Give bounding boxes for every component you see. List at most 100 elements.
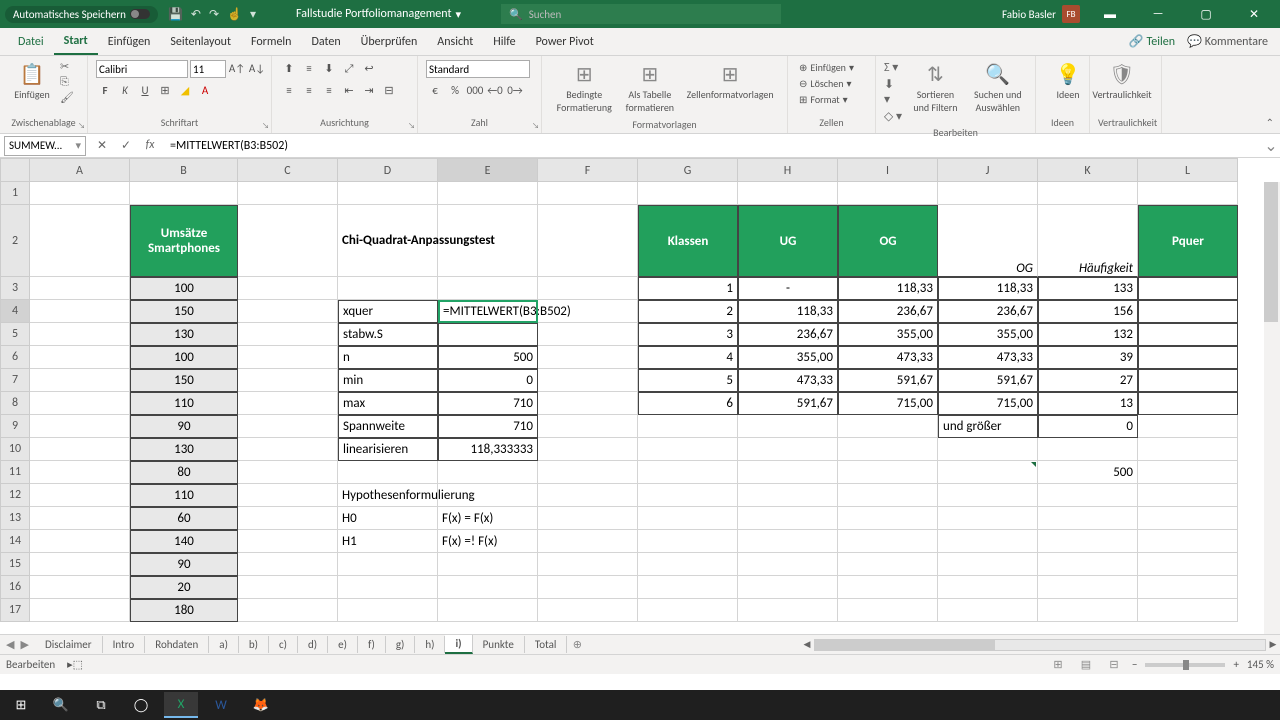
- document-title[interactable]: Fallstudie Portfoliomanagement: [296, 7, 451, 21]
- sheet-tab[interactable]: h): [415, 636, 445, 653]
- align-left-icon[interactable]: ≡: [280, 82, 298, 100]
- table-fmt-button[interactable]: ⊞Als Tabelle formatieren: [622, 60, 677, 116]
- excel-icon[interactable]: X: [164, 692, 198, 718]
- col-header[interactable]: E: [438, 158, 538, 182]
- tab-help[interactable]: Hilfe: [483, 30, 525, 54]
- sheet-tab[interactable]: Total: [525, 636, 568, 653]
- decinc-icon[interactable]: ←0: [486, 82, 504, 100]
- orient-icon[interactable]: ⤢: [340, 60, 358, 78]
- add-sheet-button[interactable]: ⊕: [567, 638, 587, 651]
- macro-record-icon[interactable]: ▸⬚: [67, 658, 83, 671]
- accept-formula-icon[interactable]: ✓: [116, 138, 136, 153]
- font-select[interactable]: [96, 60, 188, 78]
- insert-rows-button[interactable]: ⊕Einfügen▾: [796, 60, 867, 75]
- clear-icon[interactable]: ◇ ▾: [884, 109, 902, 124]
- col-header[interactable]: A: [30, 158, 130, 182]
- tab-insert[interactable]: Einfügen: [98, 30, 161, 54]
- col-header[interactable]: K: [1038, 158, 1138, 182]
- tab-prev-icon[interactable]: ◀: [6, 638, 14, 651]
- fillcolor-button[interactable]: ◢: [176, 82, 194, 100]
- zoom-level[interactable]: 145 %: [1247, 658, 1274, 671]
- cut-icon[interactable]: ✂: [60, 60, 74, 73]
- taskview-icon[interactable]: ⧉: [84, 692, 118, 718]
- bold-button[interactable]: F: [96, 82, 114, 100]
- findselect-button[interactable]: 🔍Suchen und Auswählen: [969, 60, 1027, 116]
- outdent-icon[interactable]: ⇤: [340, 82, 358, 100]
- delete-rows-button[interactable]: ⊖Löschen▾: [796, 76, 867, 91]
- sheet-tab[interactable]: Intro: [103, 636, 146, 653]
- app-icon[interactable]: ◯: [124, 692, 158, 718]
- view-break-icon[interactable]: ⊟: [1104, 658, 1124, 671]
- firefox-icon[interactable]: 🦊: [244, 692, 278, 718]
- sheet-tab[interactable]: Disclaimer: [35, 636, 103, 653]
- tab-view[interactable]: Ansicht: [427, 30, 483, 54]
- conditional-fmt-button[interactable]: ⊞Bedingte Formatierung: [550, 60, 618, 116]
- fontcolor-button[interactable]: A: [196, 82, 214, 100]
- col-header[interactable]: D: [338, 158, 438, 182]
- comments-button[interactable]: 💬 Kommentare: [1187, 34, 1268, 49]
- qat-menu-icon[interactable]: ▾: [250, 7, 256, 22]
- view-page-icon[interactable]: ▤: [1076, 658, 1096, 671]
- horizontal-scrollbar[interactable]: ◀ ▶: [800, 638, 1280, 652]
- sheet-tab[interactable]: a): [209, 636, 239, 653]
- worksheet-grid[interactable]: A B C D E F G H I J K L 1 2Umsätze Smart…: [0, 158, 1280, 634]
- align-launcher[interactable]: ↘: [408, 121, 415, 131]
- clipboard-launcher[interactable]: ↘: [78, 121, 85, 131]
- wrap-icon[interactable]: ↩: [360, 60, 378, 78]
- tab-powerpivot[interactable]: Power Pivot: [526, 30, 604, 54]
- user-menu[interactable]: Fabio Basler FB: [1002, 5, 1080, 23]
- save-icon[interactable]: 💾: [168, 7, 183, 22]
- search-input[interactable]: 🔍 Suchen: [501, 4, 781, 24]
- ribbon-options-icon[interactable]: ▬: [1092, 7, 1128, 22]
- touch-icon[interactable]: ☝: [227, 7, 242, 22]
- vertical-scrollbar[interactable]: [1264, 182, 1280, 634]
- zoom-in-icon[interactable]: +: [1233, 658, 1238, 671]
- percent-icon[interactable]: %: [446, 82, 464, 100]
- col-header[interactable]: H: [738, 158, 838, 182]
- tab-next-icon[interactable]: ▶: [20, 638, 28, 651]
- word-icon[interactable]: W: [204, 692, 238, 718]
- merge-icon[interactable]: ⊟: [380, 82, 398, 100]
- currency-icon[interactable]: €: [426, 82, 444, 100]
- paste-button[interactable]: 📋 Einfügen: [8, 60, 56, 103]
- align-bot-icon[interactable]: ⬇: [320, 60, 338, 78]
- search-icon[interactable]: 🔍: [44, 692, 78, 718]
- collapse-ribbon-icon[interactable]: ⌃: [1266, 116, 1274, 129]
- col-header[interactable]: B: [130, 158, 238, 182]
- align-top-icon[interactable]: ⬆: [280, 60, 298, 78]
- undo-icon[interactable]: ↶: [191, 7, 201, 22]
- sheet-tab[interactable]: Punkte: [473, 636, 525, 653]
- col-header[interactable]: C: [238, 158, 338, 182]
- italic-button[interactable]: K: [116, 82, 134, 100]
- sheet-tab[interactable]: c): [269, 636, 298, 653]
- sheet-tab[interactable]: Rohdaten: [145, 636, 209, 653]
- zoom-slider[interactable]: [1145, 663, 1225, 667]
- sheet-tab[interactable]: i): [445, 635, 472, 654]
- fontsize-dec-icon[interactable]: A↓: [248, 60, 266, 78]
- decdec-icon[interactable]: 0→: [506, 82, 524, 100]
- sheet-tab[interactable]: d): [298, 636, 328, 653]
- col-header[interactable]: J: [938, 158, 1038, 182]
- maximize-icon[interactable]: ▢: [1188, 7, 1224, 22]
- fontsize-select[interactable]: [190, 60, 226, 78]
- border-button[interactable]: ⊞: [156, 82, 174, 100]
- fill-icon[interactable]: ⬇ ▾: [884, 77, 902, 107]
- align-mid-icon[interactable]: ≡: [300, 60, 318, 78]
- autosave-toggle[interactable]: Automatisches Speichern: [5, 6, 158, 23]
- fx-icon[interactable]: fx: [140, 138, 160, 153]
- fontsize-inc-icon[interactable]: A↑: [228, 60, 246, 78]
- tab-home[interactable]: Start: [54, 29, 98, 55]
- sheet-tab[interactable]: f): [358, 636, 386, 653]
- select-all-corner[interactable]: [0, 158, 30, 182]
- formatpaint-icon[interactable]: 🖌: [60, 91, 74, 104]
- minimize-icon[interactable]: —: [1140, 7, 1176, 21]
- tab-review[interactable]: Überprüfen: [351, 30, 428, 54]
- ideas-button[interactable]: 💡Ideen: [1044, 60, 1092, 103]
- col-header[interactable]: L: [1138, 158, 1238, 182]
- number-launcher[interactable]: ↘: [532, 121, 539, 131]
- autosum-icon[interactable]: Σ ▾: [884, 60, 902, 75]
- align-center-icon[interactable]: ≡: [300, 82, 318, 100]
- tab-formulas[interactable]: Formeln: [241, 30, 301, 54]
- sheet-tab[interactable]: e): [328, 636, 358, 653]
- copy-icon[interactable]: ⎘: [60, 75, 74, 89]
